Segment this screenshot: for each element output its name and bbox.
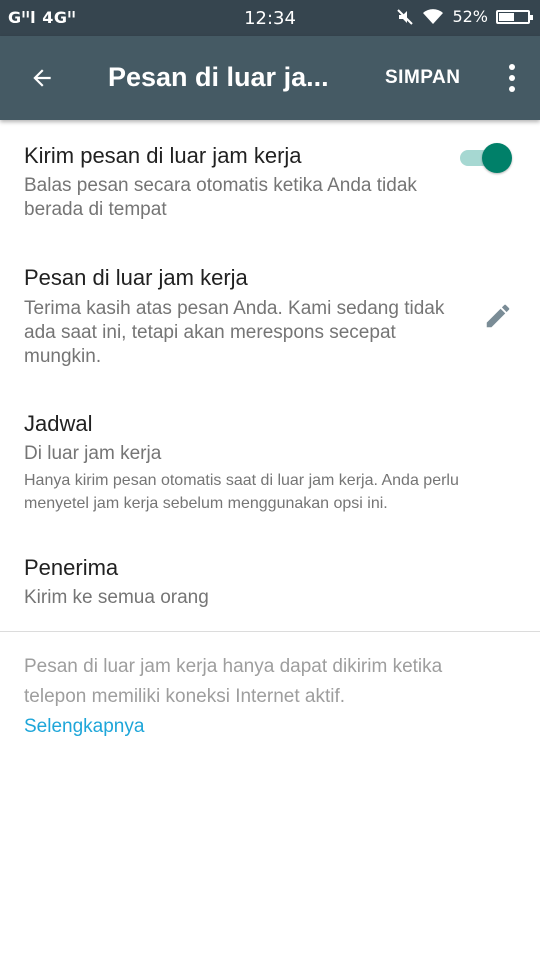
save-button[interactable]: SIMPAN	[385, 67, 460, 89]
setting-value: Di luar jam kerja	[24, 443, 162, 464]
setting-subtitle: Balas pesan secara otomatis ketika Anda …	[24, 175, 417, 220]
setting-note: Hanya kirim pesan otomatis saat di luar …	[24, 472, 459, 512]
setting-value: Kirim ke semua orang	[24, 587, 209, 608]
setting-title: Kirim pesan di luar jam kerja	[24, 143, 302, 168]
wifi-icon	[422, 8, 444, 26]
learn-more-link[interactable]: Selengkapnya	[24, 712, 144, 742]
setting-send-away[interactable]: Kirim pesan di luar jam kerja Balas pesa…	[24, 143, 444, 222]
setting-title: Pesan di luar jam kerja	[24, 265, 248, 290]
setting-subtitle: Terima kasih atas pesan Anda. Kami sedan…	[24, 298, 445, 367]
setting-recipients[interactable]: Penerima Kirim ke semua orang	[24, 555, 514, 610]
divider	[0, 631, 540, 632]
toggle-thumb	[482, 143, 512, 173]
page-title: Pesan di luar ja...	[108, 62, 329, 92]
mute-icon	[396, 8, 414, 26]
more-options-button[interactable]	[506, 64, 518, 92]
send-away-toggle[interactable]	[460, 143, 512, 173]
edit-message-button[interactable]	[480, 298, 516, 334]
setting-title: Jadwal	[24, 411, 93, 436]
footer-info: Pesan di luar jam kerja hanya dapat diki…	[24, 656, 443, 707]
setting-schedule[interactable]: Jadwal Di luar jam kerja Hanya kirim pes…	[24, 411, 514, 515]
back-button[interactable]	[24, 60, 60, 96]
status-bar: Gᴵᴵl 4Gᴵᴵ 12:34 52%	[0, 0, 540, 36]
setting-title: Penerima	[24, 555, 119, 580]
more-vert-icon	[509, 64, 515, 70]
status-icons: 52%	[396, 7, 533, 26]
battery-percent: 52%	[452, 7, 488, 26]
battery-icon	[496, 9, 533, 24]
setting-away-message[interactable]: Pesan di luar jam kerja Terima kasih ata…	[24, 265, 454, 369]
pencil-icon	[486, 304, 510, 328]
app-bar: Pesan di luar ja... SIMPAN	[0, 36, 540, 120]
arrow-left-icon	[33, 69, 51, 87]
